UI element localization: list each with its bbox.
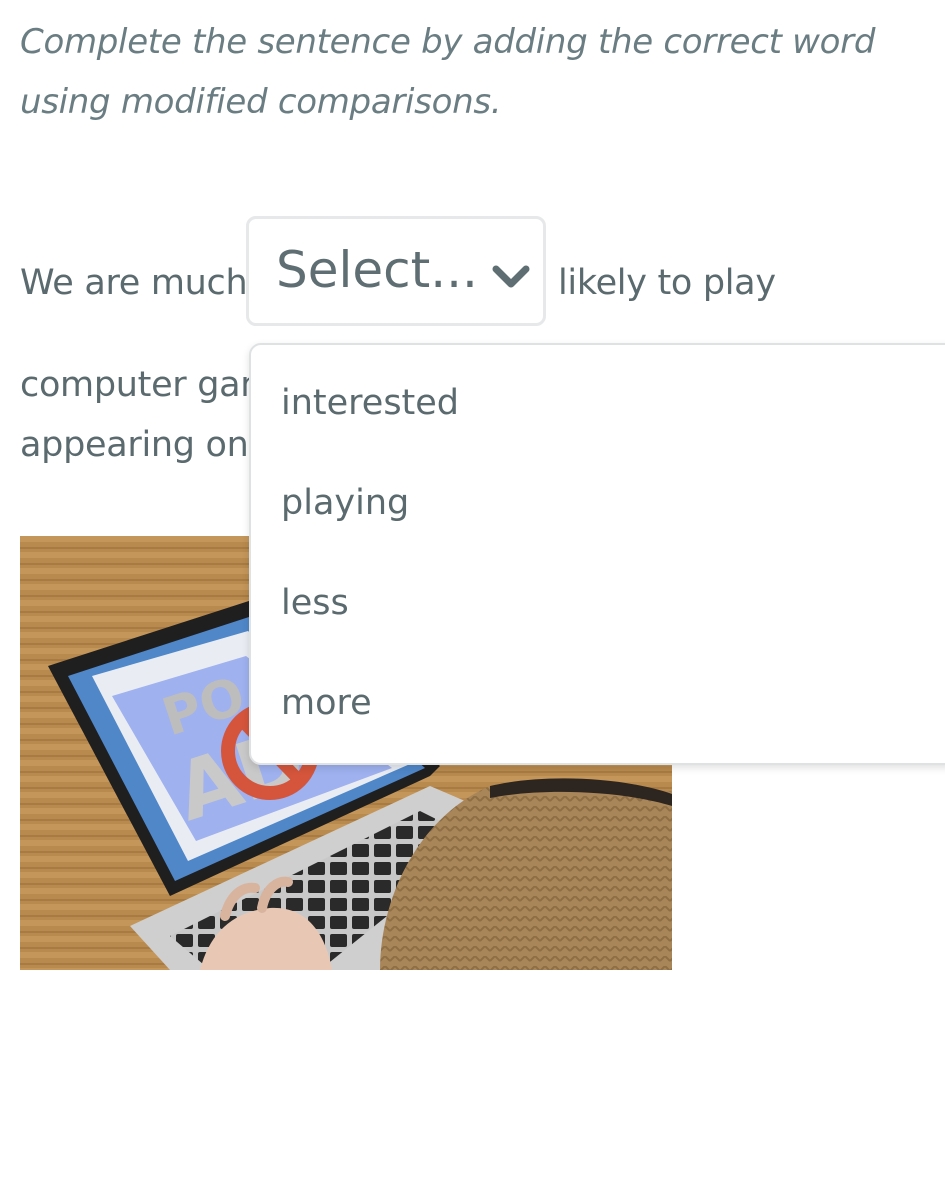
sentence-line2-text: computer gam — [20, 365, 275, 405]
option-less[interactable]: less — [281, 583, 349, 623]
sentence-after-text: likely to play — [558, 263, 776, 303]
option-more[interactable]: more — [281, 683, 372, 723]
select-options-menu: interested playing less more — [249, 343, 945, 765]
select-placeholder: Select... — [276, 241, 478, 299]
instructions-text: Complete the sentence by adding the corr… — [20, 22, 876, 122]
word-select[interactable]: Select... — [246, 216, 546, 326]
sentence-before-text: We are much — [20, 263, 248, 303]
option-interested[interactable]: interested — [281, 383, 459, 423]
option-playing[interactable]: playing — [281, 483, 409, 523]
chevron-down-icon — [492, 265, 530, 288]
sentence-line3-text: appearing on — [20, 425, 249, 465]
